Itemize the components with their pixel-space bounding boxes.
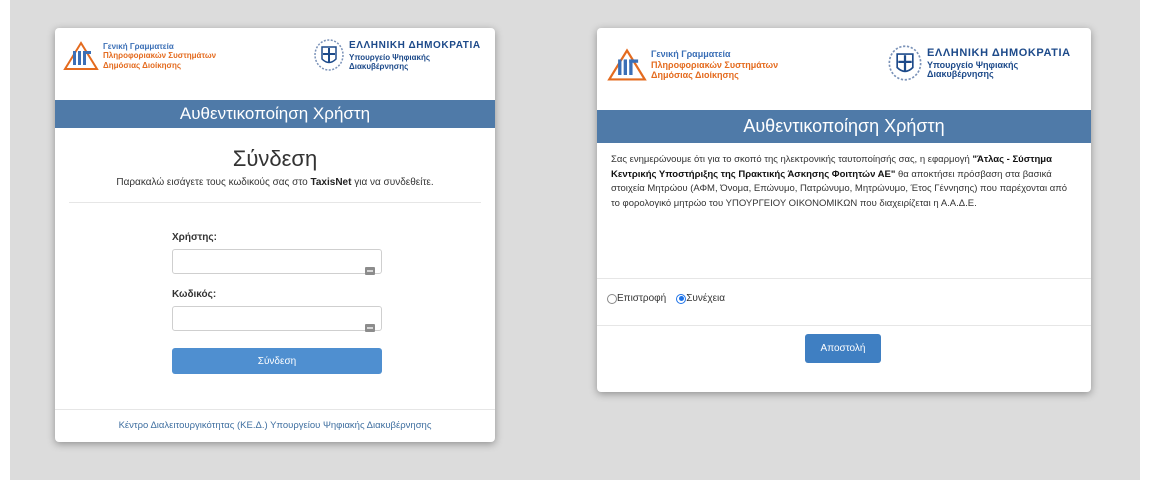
logo-header: Γενική Γραμματεία Πληροφοριακών Συστημάτ… [55, 28, 495, 100]
radio-continue[interactable] [676, 293, 687, 304]
consent-info-text: Σας ενημερώνουμε ότι για το σκοπό της ηλ… [597, 143, 1091, 211]
login-heading: Σύνδεση [232, 146, 318, 171]
gsis-logo: Γενική Γραμματεία Πληροφοριακών Συστημάτ… [63, 41, 216, 71]
radio-back-label[interactable]: Επιστροφή [617, 293, 666, 304]
instructions-prefix: Παρακαλώ εισάγετε τους κωδικούς σας στο [116, 177, 311, 188]
username-input[interactable] [172, 249, 382, 274]
gsis-emblem-icon [607, 48, 647, 81]
gsis-line1: Γενική Γραμματεία [651, 49, 731, 60]
greece-logo: ΕΛΛΗΝΙΚΗ ΔΗΜΟΚΡΑΤΙΑ Υπουργείο Ψηφιακής Δ… [887, 44, 1071, 82]
password-manager-icon[interactable] [365, 267, 375, 275]
consent-card: Γενική Γραμματεία Πληροφοριακών Συστημάτ… [597, 28, 1091, 392]
gsis-line3: Δημόσιας Διοίκησης [651, 70, 739, 81]
instructions-suffix: για να συνδεθείτε. [351, 177, 434, 188]
greece-line1: ΕΛΛΗΝΙΚΗ ΔΗΜΟΚΡΑΤΙΑ [349, 39, 481, 51]
login-submit-button[interactable]: Σύνδεση [172, 348, 382, 374]
gsis-line2: Πληροφοριακών Συστημάτων [651, 59, 779, 70]
username-label: Χρήστης: [172, 232, 217, 243]
password-manager-icon[interactable] [365, 324, 375, 332]
submit-wrapper: Σύνδεση [172, 348, 382, 374]
hellenic-emblem-icon [888, 45, 922, 81]
radio-continue-label[interactable]: Συνέχεια [686, 293, 725, 304]
radio-back[interactable] [607, 293, 617, 304]
consent-text-part1: Σας ενημερώνουμε ότι για το σκοπό της ηλ… [611, 154, 973, 165]
login-card: Γενική Γραμματεία Πληροφοριακών Συστημάτ… [55, 28, 495, 442]
gsis-line2: Πληροφοριακών Συστημάτων [103, 51, 217, 61]
consent-radio-group: Επιστροφή Συνέχεια [607, 293, 725, 304]
gsis-emblem-icon [63, 41, 99, 70]
instructions-taxisnet: TaxisNet [310, 177, 352, 188]
greece-logo: ΕΛΛΗΝΙΚΗ ΔΗΜΟΚΡΑΤΙΑ Υπουργείο Ψηφιακής Δ… [313, 38, 481, 72]
username-group: Χρήστης: [172, 232, 382, 275]
consent-divider-bottom [597, 325, 1091, 326]
login-instructions: Παρακαλώ εισάγετε τους κωδικούς σας στο … [55, 177, 495, 188]
consent-divider-top [597, 278, 1091, 279]
password-label: Κωδικός: [172, 289, 217, 300]
gsis-line3: Δημόσιας Διοίκησης [103, 60, 182, 70]
login-divider [69, 202, 481, 203]
login-title-bar: Αυθεντικοποίηση Χρήστη [55, 100, 495, 128]
password-input[interactable] [172, 306, 382, 331]
logo-header: Γενική Γραμματεία Πληροφοριακών Συστημάτ… [597, 28, 1091, 110]
greece-line3: Διακυβέρνησης [927, 69, 994, 79]
password-group: Κωδικός: [172, 289, 382, 332]
gsis-line1: Γενική Γραμματεία [103, 41, 174, 51]
greece-line3: Διακυβέρνησης [349, 61, 409, 71]
consent-title-bar: Αυθεντικοποίηση Χρήστη [597, 110, 1091, 143]
gsis-logo: Γενική Γραμματεία Πληροφοριακών Συστημάτ… [607, 48, 778, 82]
interoperability-center-link[interactable]: Κέντρο Διαλειτουργικότητας (ΚΕ.Δ.) Υπουρ… [55, 409, 495, 442]
hellenic-emblem-icon [314, 39, 344, 71]
send-button[interactable]: Αποστολή [805, 334, 881, 363]
greece-line1: ΕΛΛΗΝΙΚΗ ΔΗΜΟΚΡΑΤΙΑ [927, 47, 1071, 59]
greece-line2: Υπουργείο Ψηφιακής [349, 52, 431, 62]
